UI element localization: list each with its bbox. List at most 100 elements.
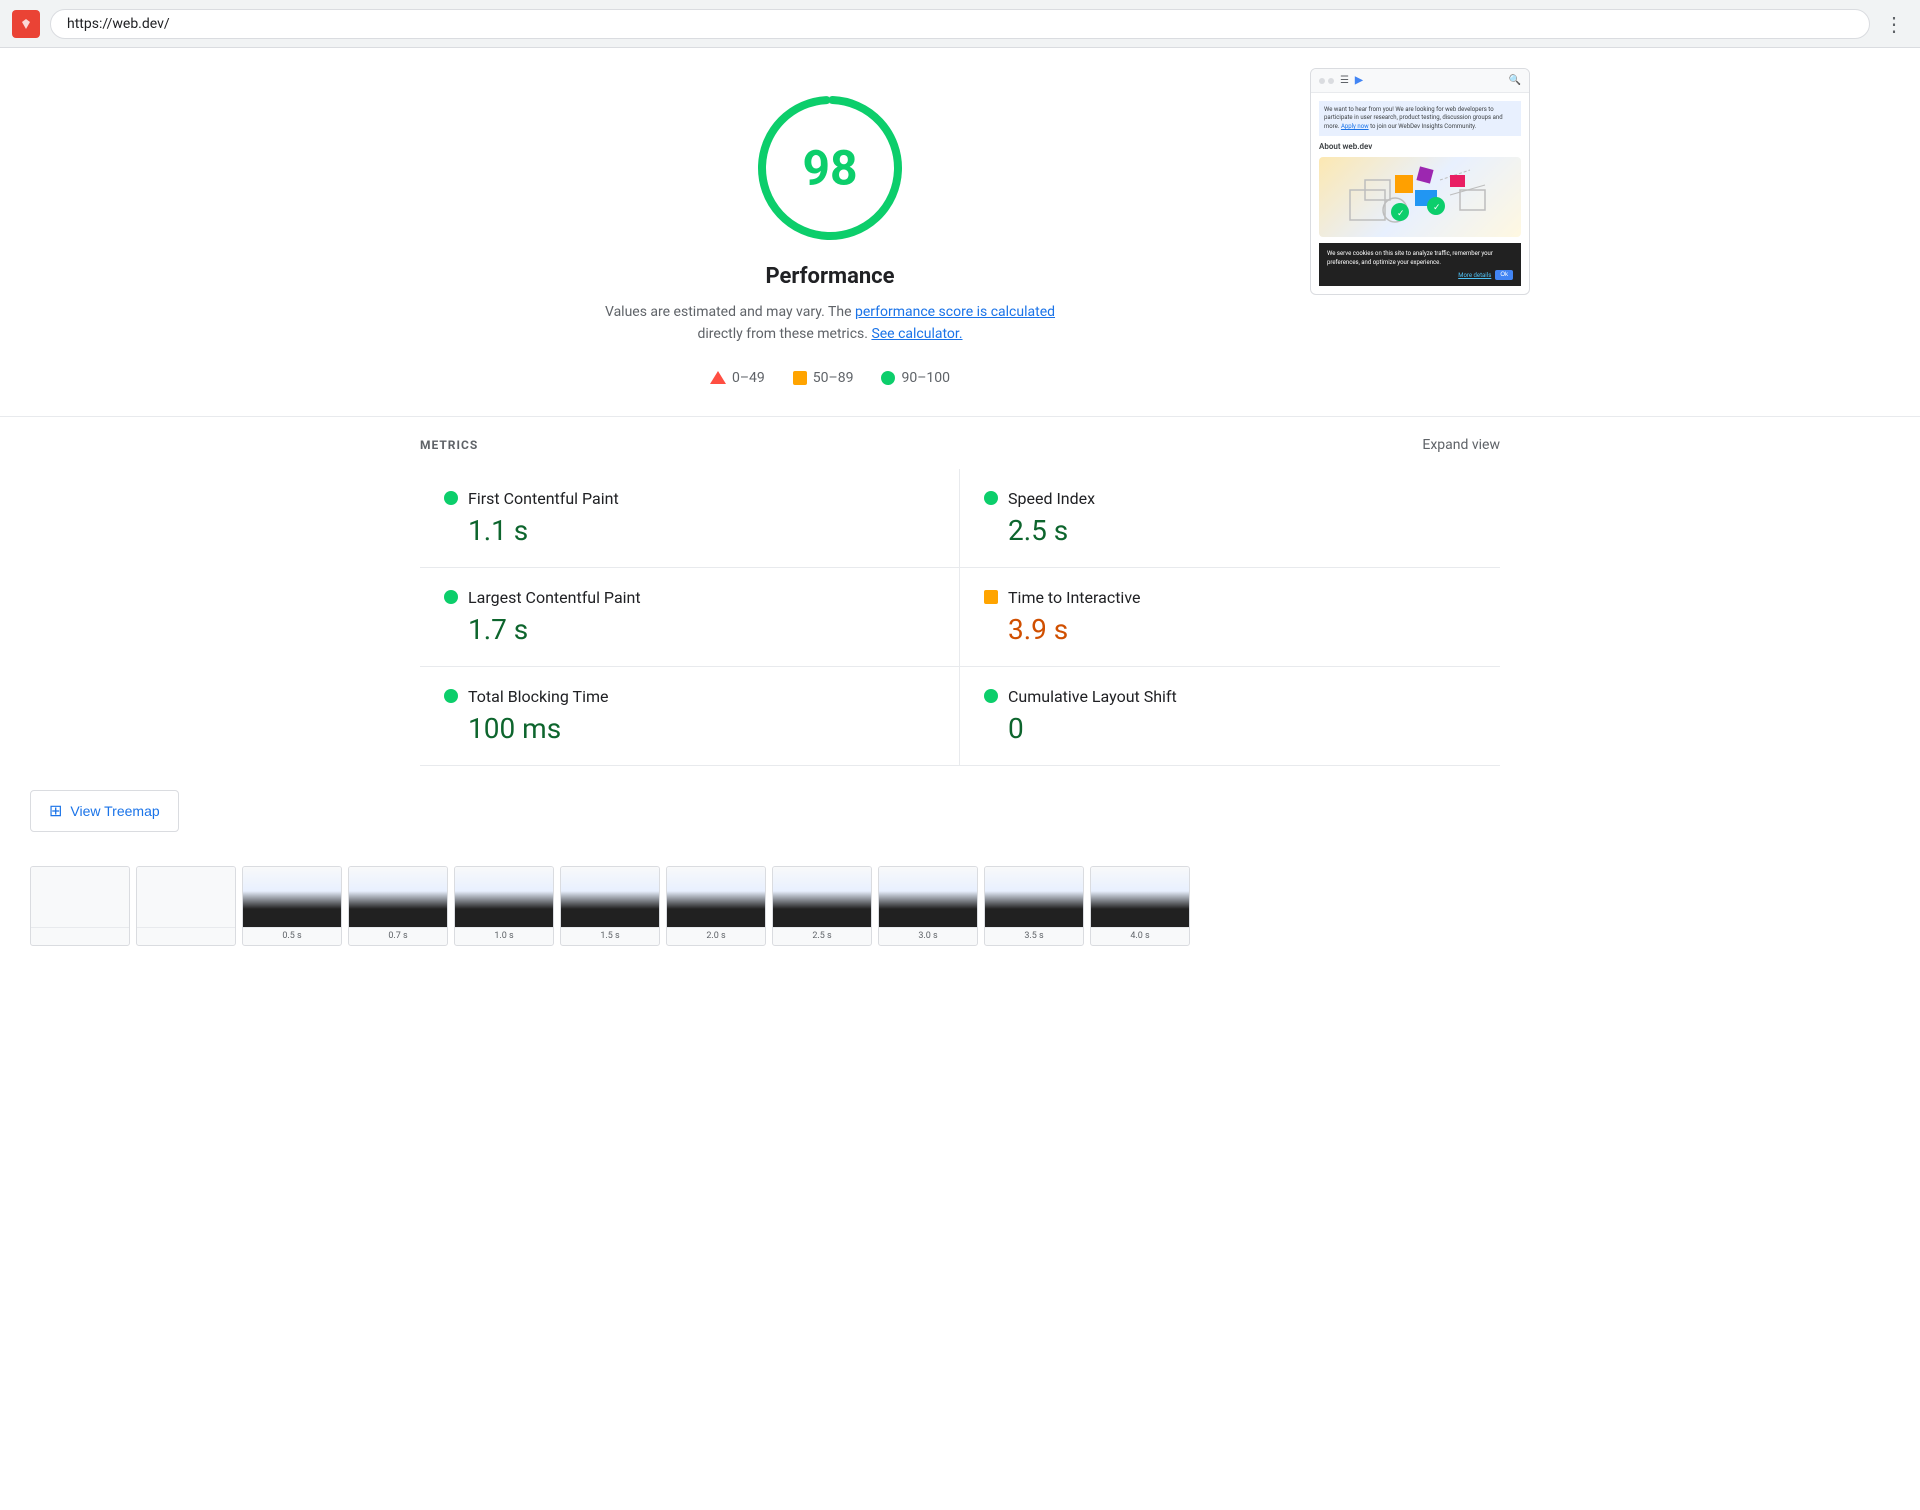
green-circle-icon (881, 371, 895, 385)
treemap-label: View Treemap (70, 803, 159, 819)
perf-score-link[interactable]: performance score is calculated (855, 304, 1055, 320)
film-frame-7: 2.0 s (666, 866, 766, 946)
film-inner-7 (667, 867, 765, 927)
metric-tbt: Total Blocking Time 100 ms (420, 667, 960, 766)
metric-tti: Time to Interactive 3.9 s (960, 568, 1500, 667)
film-frame-8: 2.5 s (772, 866, 872, 946)
subtitle-before-link: Values are estimated and may vary. The (605, 304, 855, 320)
screenshot-body: We want to hear from you! We are looking… (1311, 93, 1529, 294)
cookie-ok-button[interactable]: Ok (1495, 270, 1513, 280)
film-inner-8 (773, 867, 871, 927)
legend-item-orange: 50–89 (793, 370, 854, 386)
site-logo-icon: ▶ (1355, 75, 1363, 86)
metrics-label: METRICS (420, 438, 478, 452)
address-bar[interactable]: https://web.dev/ (50, 9, 1870, 39)
search-icon: 🔍 (1509, 75, 1521, 86)
film-frame-10: 3.5 s (984, 866, 1084, 946)
metric-si-name-row: Speed Index (984, 489, 1476, 508)
main-content: 98 Performance Values are estimated and … (360, 48, 1560, 406)
film-inner-1 (31, 867, 129, 927)
metric-tti-name-row: Time to Interactive (984, 588, 1476, 607)
browser-logo (12, 10, 40, 38)
film-frame-2 (136, 866, 236, 946)
film-time-11: 4.0 s (1091, 927, 1189, 941)
banner-link[interactable]: Apply now (1341, 123, 1369, 130)
film-frame-11: 4.0 s (1090, 866, 1190, 946)
filmstrip: 0.5 s 0.7 s 1.0 s 1.5 s 2.0 s 2.5 s (0, 856, 1920, 956)
treemap-button[interactable]: ⊞ View Treemap (30, 790, 179, 832)
film-inner-4 (349, 867, 447, 927)
film-inner-6 (561, 867, 659, 927)
film-frame-6: 1.5 s (560, 866, 660, 946)
red-triangle-icon (710, 371, 726, 384)
browser-menu-icon[interactable]: ⋮ (1880, 8, 1908, 40)
metric-lcp-value: 1.7 s (444, 613, 935, 646)
metric-cls-value: 0 (984, 712, 1476, 745)
screenshot-frame: ☰ ▶ 🔍 We want to hear from you! We are l… (1310, 68, 1530, 295)
metric-fcp-name: First Contentful Paint (468, 489, 619, 508)
metric-cls-status-dot (984, 689, 998, 703)
film-frame-4: 0.7 s (348, 866, 448, 946)
subtitle-middle: directly from these metrics. (697, 326, 871, 342)
film-inner-2 (137, 867, 235, 927)
dot-1 (1319, 78, 1325, 84)
left-panel: 98 Performance Values are estimated and … (390, 68, 1270, 386)
screenshot-header: ☰ ▶ 🔍 (1311, 69, 1529, 93)
dot-2 (1328, 78, 1334, 84)
metric-lcp-name-row: Largest Contentful Paint (444, 588, 935, 607)
metric-tti-name: Time to Interactive (1008, 588, 1140, 607)
hamburger-icon: ☰ (1340, 75, 1349, 86)
score-legend: 0–49 50–89 90–100 (710, 370, 950, 386)
metric-tti-status-dot (984, 590, 998, 604)
film-frame-3: 0.5 s (242, 866, 342, 946)
film-time-4: 0.7 s (349, 927, 447, 941)
film-inner-11 (1091, 867, 1189, 927)
metric-tbt-name: Total Blocking Time (468, 687, 608, 706)
perf-subtitle: Values are estimated and may vary. The p… (600, 301, 1060, 346)
metrics-grid: First Contentful Paint 1.1 s Speed Index… (420, 469, 1500, 766)
film-inner-5 (455, 867, 553, 927)
browser-bar: https://web.dev/ ⋮ (0, 0, 1920, 48)
metric-tbt-value: 100 ms (444, 712, 935, 745)
cookie-details-link[interactable]: More details (1458, 271, 1491, 280)
metric-tti-value: 3.9 s (984, 613, 1476, 646)
film-frame-9: 3.0 s (878, 866, 978, 946)
film-time-8: 2.5 s (773, 927, 871, 941)
film-frame-5: 1.0 s (454, 866, 554, 946)
metrics-header: METRICS Expand view (420, 437, 1500, 453)
svg-text:✓: ✓ (1397, 209, 1405, 219)
legend-red-label: 0–49 (732, 370, 765, 386)
screenshot-dots (1319, 78, 1334, 84)
metric-lcp-name: Largest Contentful Paint (468, 588, 641, 607)
film-time-2 (137, 927, 235, 931)
perf-title: Performance (765, 264, 894, 289)
film-inner-10 (985, 867, 1083, 927)
screenshot-illustration: ✓ ✓ (1319, 157, 1521, 237)
film-time-1 (31, 927, 129, 931)
orange-square-icon (793, 371, 807, 385)
metric-tbt-name-row: Total Blocking Time (444, 687, 935, 706)
metric-cls-name-row: Cumulative Layout Shift (984, 687, 1476, 706)
film-inner-3 (243, 867, 341, 927)
metric-si-status-dot (984, 491, 998, 505)
right-panel: ☰ ▶ 🔍 We want to hear from you! We are l… (1310, 68, 1530, 386)
metric-tbt-status-dot (444, 689, 458, 703)
film-time-10: 3.5 s (985, 927, 1083, 941)
metric-fcp-value: 1.1 s (444, 514, 935, 547)
screenshot-about: About web.dev (1319, 142, 1521, 151)
cookie-bar: We serve cookies on this site to analyze… (1319, 243, 1521, 286)
score-circle: 98 (750, 88, 910, 248)
film-frame-1 (30, 866, 130, 946)
legend-green-label: 90–100 (901, 370, 950, 386)
legend-orange-label: 50–89 (813, 370, 854, 386)
legend-item-green: 90–100 (881, 370, 950, 386)
divider (0, 416, 1920, 417)
expand-view-button[interactable]: Expand view (1422, 437, 1500, 453)
screenshot-banner: We want to hear from you! We are looking… (1319, 101, 1521, 136)
metric-si-value: 2.5 s (984, 514, 1476, 547)
metric-cls-name: Cumulative Layout Shift (1008, 687, 1177, 706)
film-time-6: 1.5 s (561, 927, 659, 941)
metric-si-name: Speed Index (1008, 489, 1095, 508)
metric-fcp-name-row: First Contentful Paint (444, 489, 935, 508)
calculator-link[interactable]: See calculator. (871, 326, 962, 342)
